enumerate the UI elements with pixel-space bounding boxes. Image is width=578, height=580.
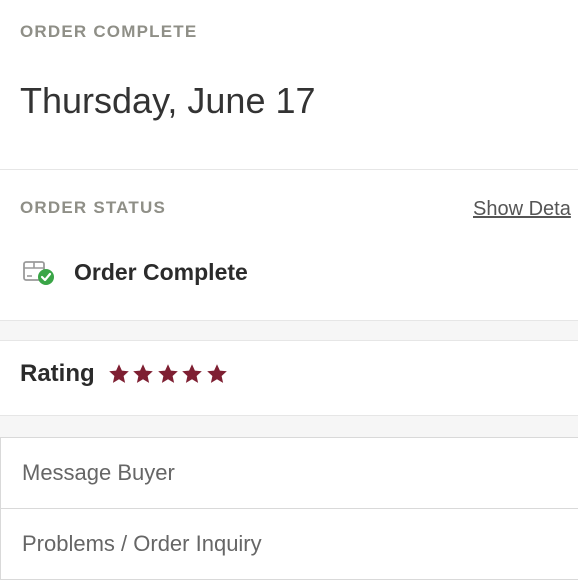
rating-label: Rating — [20, 360, 95, 387]
order-inquiry-button[interactable]: Problems / Order Inquiry — [0, 509, 578, 580]
star-icon — [182, 364, 202, 383]
order-status-row: Order Complete — [22, 256, 248, 288]
order-status-eyebrow: ORDER STATUS — [20, 198, 166, 217]
order-date-title: Thursday, June 17 — [20, 80, 316, 121]
package-check-icon — [22, 256, 56, 288]
star-icon — [108, 364, 129, 383]
section-divider — [0, 169, 578, 170]
order-detail-page: ORDER COMPLETE Thursday, June 17 ORDER S… — [0, 0, 578, 580]
section-spacer — [0, 320, 578, 341]
action-list: Message Buyer Problems / Order Inquiry — [0, 437, 578, 580]
section-spacer — [0, 415, 578, 438]
star-icon — [206, 364, 227, 383]
show-details-link[interactable]: Show Deta — [473, 198, 571, 221]
message-buyer-label: Message Buyer — [22, 460, 175, 485]
star-icon — [133, 364, 153, 383]
star-icon — [157, 364, 178, 383]
order-status-text: Order Complete — [74, 258, 248, 285]
rating-stars — [107, 362, 230, 386]
order-complete-eyebrow: ORDER COMPLETE — [20, 22, 198, 41]
rating-row: Rating — [20, 360, 229, 388]
order-inquiry-label: Problems / Order Inquiry — [22, 531, 262, 556]
message-buyer-button[interactable]: Message Buyer — [0, 438, 578, 509]
